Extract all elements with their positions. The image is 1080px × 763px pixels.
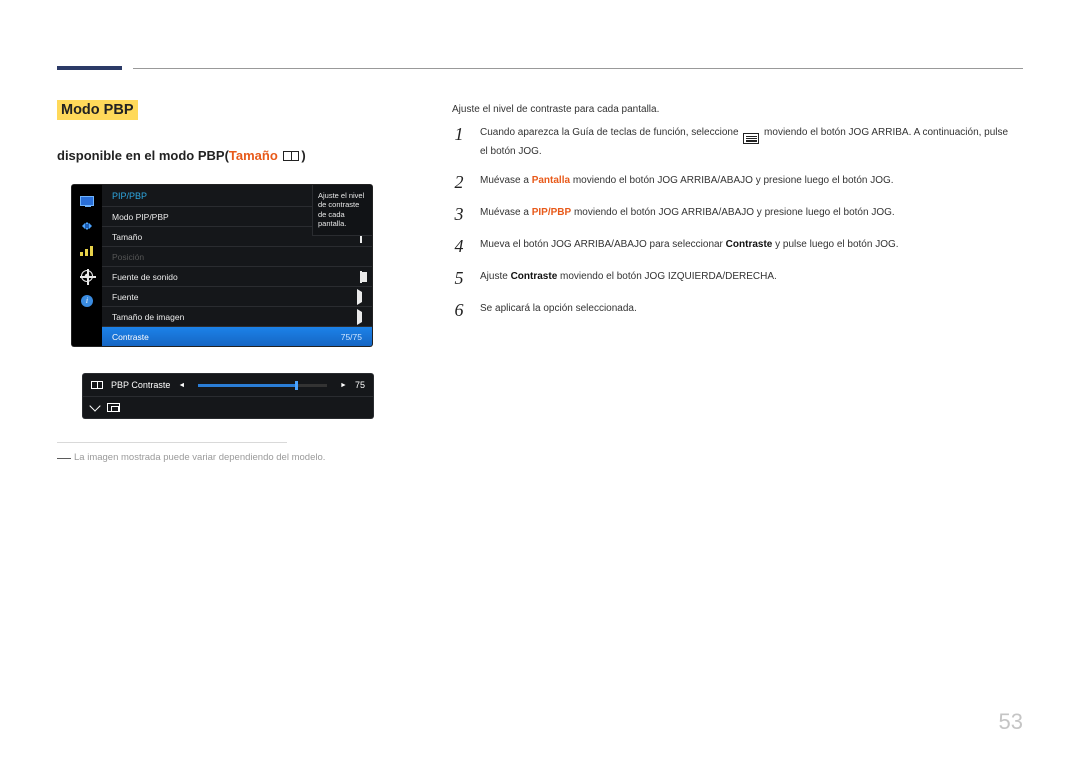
chevron-down-icon[interactable] xyxy=(89,400,100,411)
section-title: Modo PBP xyxy=(57,100,138,120)
step-6: 6 Se aplicará la opción seleccionada. xyxy=(452,301,1010,319)
arrow-right-icon[interactable]: ► xyxy=(340,382,347,389)
step-text: Cuando aparezca la Guía de teclas de fun… xyxy=(480,127,741,138)
osd-row-image-size[interactable]: Tamaño de imagen xyxy=(102,306,372,326)
pbp-split-icon xyxy=(283,151,299,161)
step-number: 3 xyxy=(452,205,466,223)
monitor-icon[interactable] xyxy=(78,194,96,208)
footnote: ―La imagen mostrada puede variar dependi… xyxy=(57,449,437,465)
step-orange: Pantalla xyxy=(532,175,570,186)
pip-half-icon xyxy=(360,272,362,282)
chevron-right-icon xyxy=(357,292,362,302)
step-number: 6 xyxy=(452,301,466,319)
divider xyxy=(57,442,287,443)
step-4: 4 Mueva el botón JOG ARRIBA/ABAJO para s… xyxy=(452,237,1010,255)
osd-row-sound-source[interactable]: Fuente de sonido xyxy=(102,266,372,286)
step-body: Muévase a PIP/PBP moviendo el botón JOG … xyxy=(480,205,895,220)
menu-icon xyxy=(743,133,759,144)
arrow-left-icon[interactable]: ◄ xyxy=(178,382,185,389)
osd-main-panel: PIP/PBP Modo PIP/PBP Act. Tamaño Posició… xyxy=(102,185,372,346)
step-5: 5 Ajuste Contraste moviendo el botón JOG… xyxy=(452,269,1010,287)
chevron-right-icon xyxy=(357,312,362,322)
step-2: 2 Muévase a Pantalla moviendo el botón J… xyxy=(452,173,1010,191)
osd-label: Contraste xyxy=(112,332,149,342)
step-text: Ajuste xyxy=(480,271,511,282)
header-accent-rule xyxy=(57,66,122,70)
subtitle-suffix: ) xyxy=(301,148,305,163)
osd-row-position: Posición xyxy=(102,246,372,266)
subtitle-orange: Tamaño xyxy=(229,148,278,163)
step-text: Se aplicará la opción seleccionada. xyxy=(480,303,637,314)
step-number: 4 xyxy=(452,237,466,255)
step-text: moviendo el botón JOG IZQUIERDA/DERECHA. xyxy=(557,271,777,282)
osd-nav-rail: i xyxy=(72,185,102,346)
osd-label: Fuente de sonido xyxy=(112,272,178,282)
pip-nav-icon[interactable] xyxy=(78,219,96,233)
osd-label: Fuente xyxy=(112,292,138,302)
step-body: Mueva el botón JOG ARRIBA/ABAJO para sel… xyxy=(480,237,899,252)
subtitle-prefix: disponible en el modo PBP( xyxy=(57,148,229,163)
osd-label: Tamaño de imagen xyxy=(112,312,184,322)
osd-label: Tamaño xyxy=(112,232,142,242)
step-orange: PIP/PBP xyxy=(532,207,571,218)
step-body: Cuando aparezca la Guía de teclas de fun… xyxy=(480,125,1010,159)
step-1: 1 Cuando aparezca la Guía de teclas de f… xyxy=(452,125,1010,159)
osd-label: Modo PIP/PBP xyxy=(112,212,169,222)
step-text: Muévase a xyxy=(480,207,532,218)
return-icon[interactable] xyxy=(107,403,120,412)
step-text: Mueva el botón JOG ARRIBA/ABAJO para sel… xyxy=(480,239,726,250)
osd-row-source[interactable]: Fuente xyxy=(102,286,372,306)
osd-description: Ajuste el nivel de contraste de cada pan… xyxy=(312,185,372,236)
step-body: Se aplicará la opción seleccionada. xyxy=(480,301,637,316)
step-number: 5 xyxy=(452,269,466,287)
step-body: Ajuste Contraste moviendo el botón JOG I… xyxy=(480,269,777,284)
step-bold: Contraste xyxy=(511,271,558,282)
step-number: 2 xyxy=(452,173,466,191)
slider-label: PBP Contraste xyxy=(111,380,170,390)
contrast-slider-panel: PBP Contraste ◄ ► 75 xyxy=(83,374,373,418)
gear-icon[interactable] xyxy=(78,269,96,283)
osd-row-contrast[interactable]: Contraste 75/75 xyxy=(102,326,372,346)
step-number: 1 xyxy=(452,125,466,143)
step-text: moviendo el botón JOG ARRIBA/ABAJO y pre… xyxy=(571,207,895,218)
footnote-text: La imagen mostrada puede variar dependie… xyxy=(74,452,325,463)
step-text: Muévase a xyxy=(480,175,532,186)
intro-text: Ajuste el nivel de contraste para cada p… xyxy=(452,104,1010,115)
contrast-slider[interactable] xyxy=(198,384,327,387)
header-rule xyxy=(133,68,1023,69)
info-icon[interactable]: i xyxy=(78,294,96,308)
bars-icon[interactable] xyxy=(78,244,96,258)
step-body: Muévase a Pantalla moviendo el botón JOG… xyxy=(480,173,894,188)
page-number: 53 xyxy=(999,709,1023,735)
section-subtitle: disponible en el modo PBP(Tamaño ) xyxy=(57,148,437,163)
osd-label: Posición xyxy=(112,252,144,262)
pbp-split-icon xyxy=(91,381,103,389)
osd-menu: i PIP/PBP Modo PIP/PBP Act. Tamaño Posic… xyxy=(72,185,372,346)
step-bold: Contraste xyxy=(726,239,773,250)
step-3: 3 Muévase a PIP/PBP moviendo el botón JO… xyxy=(452,205,1010,223)
slider-value: 75 xyxy=(355,380,365,390)
step-text: moviendo el botón JOG ARRIBA/ABAJO y pre… xyxy=(570,175,894,186)
osd-value: 75/75 xyxy=(341,332,362,342)
step-text: y pulse luego el botón JOG. xyxy=(772,239,898,250)
